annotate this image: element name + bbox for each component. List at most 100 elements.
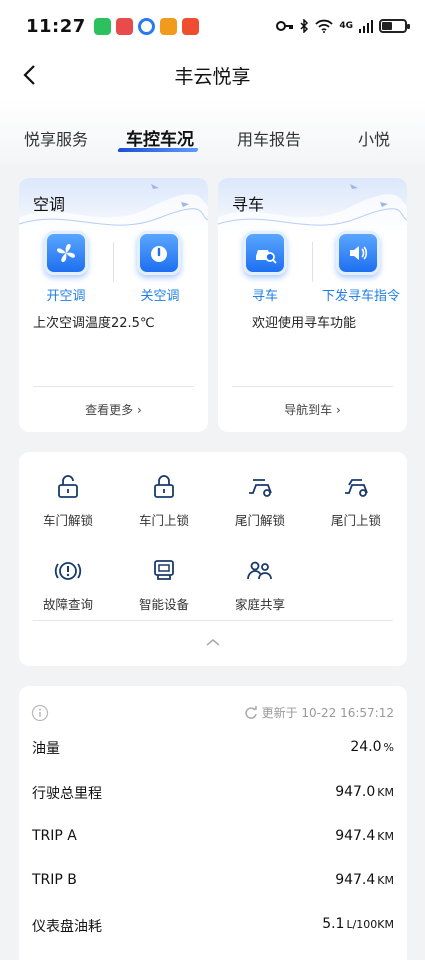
total-mileage-value: 947.0 KM xyxy=(335,784,394,800)
key-icon xyxy=(276,21,294,31)
find-car-card: 寻车 寻车 下发寻车指令 欢迎使用寻车功能 导航到车 › xyxy=(218,178,407,432)
chevron-right-icon: › xyxy=(332,403,341,417)
door-unlock-label: 车门解锁 xyxy=(42,513,93,528)
active-tab-indicator xyxy=(117,148,199,152)
trunk-unlock-icon xyxy=(245,472,275,502)
fuel-level-value: 24.0% xyxy=(350,739,394,755)
family-share-label: 家庭共享 xyxy=(234,597,285,612)
collapse-button[interactable] xyxy=(199,632,227,652)
chevron-up-icon xyxy=(206,639,220,646)
device-icon xyxy=(149,556,179,586)
navigate-to-car-link[interactable]: 导航到车 › xyxy=(218,401,407,418)
info-icon[interactable] xyxy=(31,704,49,722)
total-mileage-label: 行驶总里程 xyxy=(32,786,102,802)
find-car-card-title: 寻车 xyxy=(232,195,265,214)
app-red-icon xyxy=(115,17,133,35)
fuel-level-number: 24.0 xyxy=(350,739,382,755)
lock-icon xyxy=(149,472,179,502)
unlock-icon xyxy=(53,472,83,502)
trunk-lock-icon xyxy=(341,472,371,502)
speaker-icon xyxy=(350,246,368,260)
fuel-consumption-value: 5.1 L/100KM xyxy=(322,916,394,932)
app-blue-icon xyxy=(137,17,155,35)
fuel-consumption-label: 仪表盘油耗 xyxy=(32,919,102,935)
back-arrow-icon xyxy=(23,65,35,85)
door-unlock-button[interactable]: 车门解锁 xyxy=(23,472,113,529)
ac-off-label[interactable]: 关空调 xyxy=(126,285,194,304)
signal-icon xyxy=(359,20,373,33)
ac-on-button[interactable] xyxy=(44,231,88,275)
fault-icon xyxy=(53,556,83,586)
fault-query-label: 故障查询 xyxy=(42,597,93,612)
tab-assistant[interactable]: 小悦 xyxy=(358,126,390,150)
bluetooth-icon xyxy=(300,19,309,33)
tab-vehicle-control[interactable]: 车控车况 xyxy=(126,125,194,150)
fuel-level-unit: % xyxy=(383,741,394,754)
navigate-to-car-text: 导航到车 xyxy=(284,403,333,417)
send-find-command-label[interactable]: 下发寻车指令 xyxy=(318,285,404,304)
ac-card-header: 空调 xyxy=(19,178,208,236)
trip-b-number: 947.4 xyxy=(335,872,376,888)
trunk-lock-button[interactable]: 尾门上锁 xyxy=(311,472,401,529)
trip-a-number: 947.4 xyxy=(335,828,376,844)
wifi-icon xyxy=(315,19,333,33)
refresh-status[interactable]: 更新于 10-22 16:57:12 xyxy=(244,704,394,721)
vehicle-status-card: 更新于 10-22 16:57:12 油量 24.0% 行驶总里程 947.0 K… xyxy=(19,686,407,960)
system-icons: 4G xyxy=(276,19,410,33)
ac-divider xyxy=(113,242,114,282)
top-bar: 丰云悦享 xyxy=(0,52,425,98)
smart-device-label: 智能设备 xyxy=(138,597,189,612)
find-car-label[interactable]: 寻车 xyxy=(231,285,299,304)
ac-off-button[interactable] xyxy=(137,231,181,275)
ac-on-label[interactable]: 开空调 xyxy=(32,285,100,304)
door-lock-button[interactable]: 车门上锁 xyxy=(119,472,209,529)
back-button[interactable] xyxy=(12,58,46,92)
controls-divider xyxy=(33,620,393,621)
send-find-command-button[interactable] xyxy=(336,231,380,275)
find-car-welcome: 欢迎使用寻车功能 xyxy=(252,316,357,331)
trip-a-unit: KM xyxy=(377,830,394,843)
vehicle-controls-card: 车门解锁 车门上锁 尾门解锁 尾门上锁 故障查询 智能设备 家庭共享 xyxy=(19,452,407,666)
notification-icons xyxy=(93,17,199,35)
tab-usage-report[interactable]: 用车报告 xyxy=(237,126,301,150)
find-car-card-divider xyxy=(232,386,393,387)
trunk-lock-label: 尾门上锁 xyxy=(330,513,381,528)
page-title: 丰云悦享 xyxy=(174,65,251,88)
find-car-divider xyxy=(312,242,313,282)
family-icon xyxy=(245,556,275,586)
total-mileage-unit: KM xyxy=(377,786,394,799)
ac-more-text: 查看更多 xyxy=(85,403,134,417)
find-car-card-header: 寻车 xyxy=(218,178,407,236)
wechat-icon xyxy=(93,17,111,35)
ac-card-title: 空调 xyxy=(33,195,66,214)
smart-device-button[interactable]: 智能设备 xyxy=(119,556,209,613)
trunk-unlock-label: 尾门解锁 xyxy=(234,513,285,528)
fuel-consumption-unit: L/100KM xyxy=(346,918,394,931)
find-car-button[interactable] xyxy=(243,231,287,275)
trip-b-label: TRIP B xyxy=(32,872,77,888)
fault-query-button[interactable]: 故障查询 xyxy=(23,556,113,613)
status-bar: 11:27 4G xyxy=(0,0,425,52)
trip-a-value: 947.4 KM xyxy=(335,828,394,844)
car-search-icon xyxy=(256,250,277,264)
total-mileage-number: 947.0 xyxy=(335,784,376,800)
family-share-button[interactable]: 家庭共享 xyxy=(215,556,305,613)
chevron-right-icon: › xyxy=(133,403,142,417)
trip-a-label: TRIP A xyxy=(32,828,77,844)
fuel-consumption-number: 5.1 xyxy=(322,916,345,932)
taobao-icon xyxy=(181,17,199,35)
app-orange-icon xyxy=(159,17,177,35)
battery-icon xyxy=(379,19,410,33)
fuel-level-label: 油量 xyxy=(32,741,60,757)
status-time: 11:27 xyxy=(26,15,86,37)
tab-services[interactable]: 悦享服务 xyxy=(24,126,88,150)
fan-icon xyxy=(57,244,75,262)
trunk-unlock-button[interactable]: 尾门解锁 xyxy=(215,472,305,529)
tab-bar: 悦享服务 车控车况 用车报告 小悦 xyxy=(0,98,425,164)
door-lock-label: 车门上锁 xyxy=(138,513,189,528)
ac-card: 空调 开空调 关空调 上次空调温度22.5℃ 查看更多 › xyxy=(19,178,208,432)
ac-more-link[interactable]: 查看更多 › xyxy=(19,401,208,418)
trip-b-unit: KM xyxy=(377,874,394,887)
network-type: 4G xyxy=(339,21,353,31)
trip-b-value: 947.4 KM xyxy=(335,872,394,888)
